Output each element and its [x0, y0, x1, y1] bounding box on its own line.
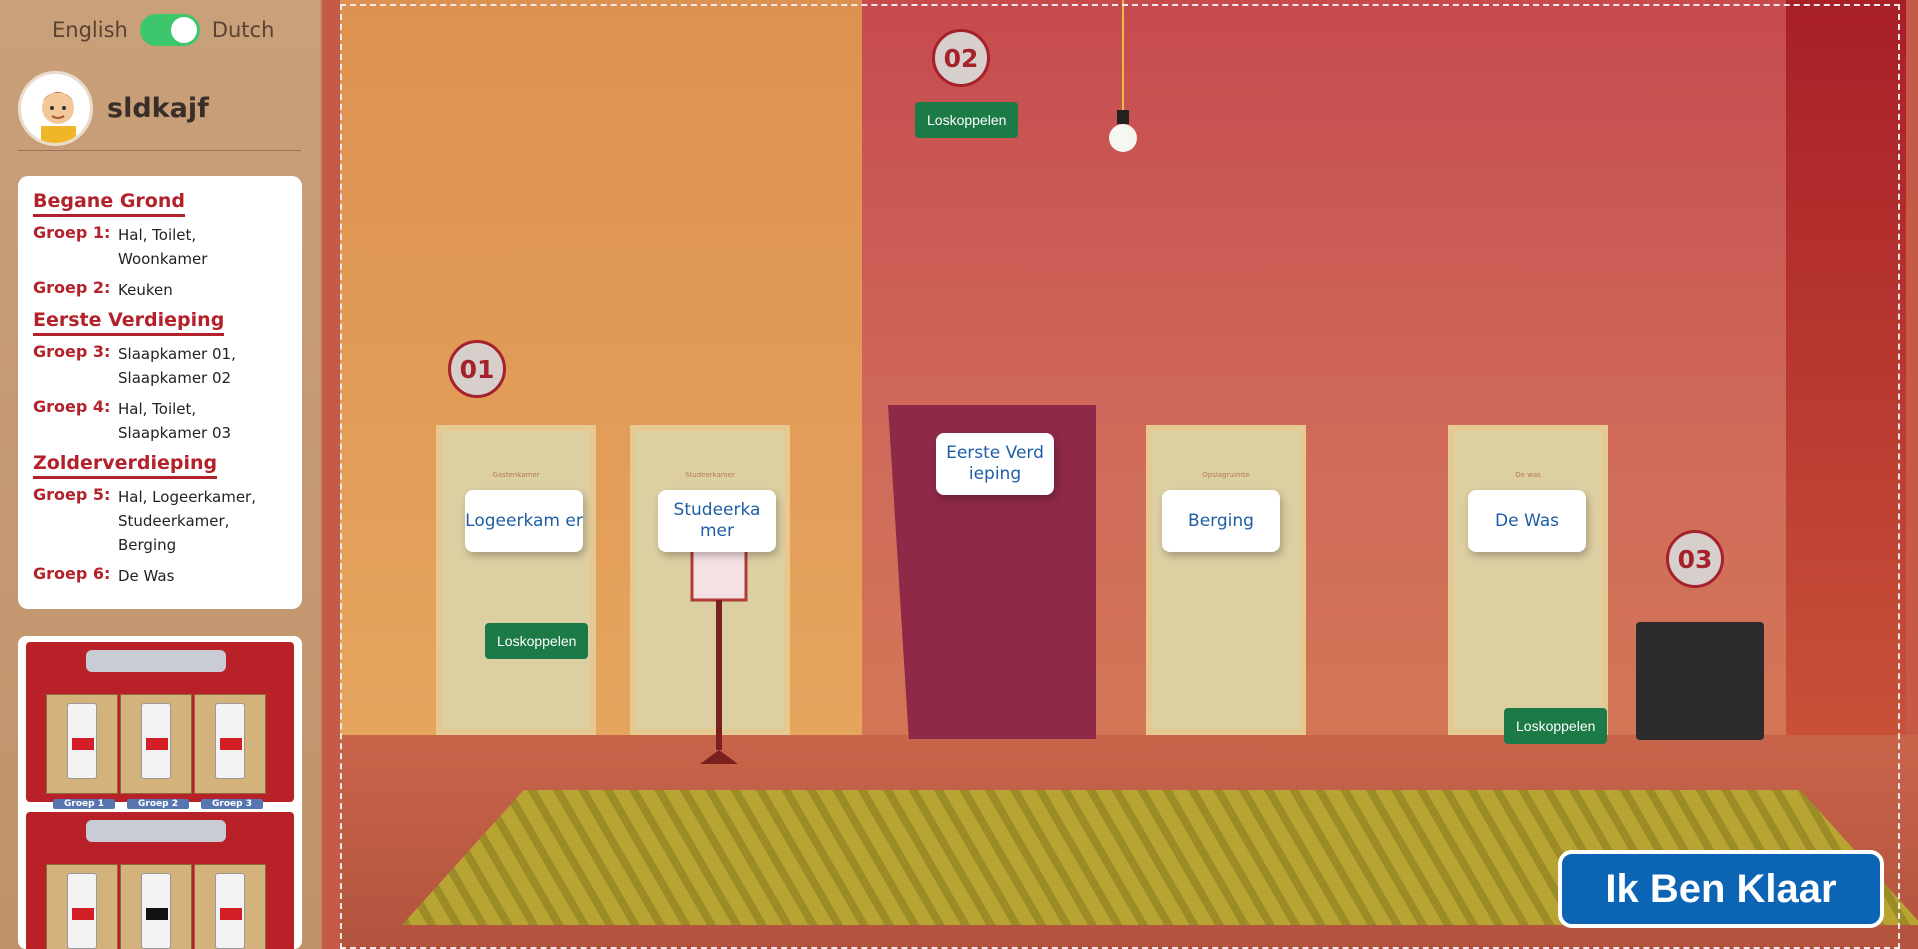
light-bulb-icon — [1109, 110, 1137, 152]
floor-section: Eerste Verdieping Groep 3: Slaapkamer 01,… — [33, 309, 302, 445]
group-label: Groep 3: — [33, 342, 111, 361]
breaker-lever — [220, 738, 242, 750]
wall-left — [340, 0, 880, 760]
group-rooms: Hal, Toilet, Slaapkamer 03 — [118, 400, 232, 442]
group-row: Groep 4: Hal, Toilet, Slaapkamer 03 — [33, 397, 302, 445]
toggle-knob — [170, 17, 197, 43]
door-plate: De was — [1515, 471, 1541, 479]
room-berging[interactable]: Berging — [1162, 490, 1280, 552]
group-label: Groep 4: — [33, 397, 111, 416]
group-tag: Groep 3 — [201, 799, 263, 809]
group-row: Groep 1: Hal, Toilet, Woonkamer — [33, 223, 302, 271]
door-laundry: De was — [1448, 425, 1608, 735]
group-label: Groep 2: — [33, 278, 111, 297]
fuse-box-lower — [26, 812, 294, 949]
avatar — [18, 71, 93, 146]
rail — [86, 820, 226, 842]
marker-01: 01 — [448, 340, 506, 398]
breaker-switch[interactable] — [67, 703, 97, 779]
marker-03: 03 — [1666, 530, 1724, 588]
group-row: Groep 2: Keuken — [33, 278, 302, 302]
breaker-switch[interactable] — [215, 703, 245, 779]
disconnect-button-lamp[interactable]: Loskoppelen — [485, 623, 589, 659]
door-plate: Studeerkamer — [685, 471, 735, 479]
group-row: Groep 6: De Was — [33, 564, 302, 588]
group-rooms: Slaapkamer 01, Slaapkamer 02 — [118, 345, 236, 387]
divider — [18, 150, 301, 151]
done-button[interactable]: Ik Ben Klaar — [1558, 850, 1884, 928]
group-rooms: Hal, Logeerkamer, Studeerkamer, Berging — [118, 488, 256, 554]
room-eerste-verdieping[interactable]: Eerste Verd ieping — [936, 433, 1054, 495]
breaker-bay — [120, 864, 192, 949]
language-dutch-label: Dutch — [211, 18, 275, 42]
dresser — [1636, 622, 1764, 740]
breaker-bay: Groep 1 — [46, 694, 118, 809]
disconnect-button-bulb[interactable]: Loskoppelen — [915, 102, 1019, 138]
door-plate: Gastenkamer — [492, 471, 540, 479]
floor-section: Zolderverdieping Groep 5: Hal, Logeerkame… — [33, 452, 302, 588]
group-row: Groep 3: Slaapkamer 01, Slaapkamer 02 — [33, 342, 302, 390]
wall-right — [1786, 0, 1906, 760]
lamp-cord — [1122, 0, 1124, 112]
group-rooms: De Was — [118, 567, 175, 585]
language-switch: English Dutch — [52, 14, 274, 46]
door-plate: Opslagruimte — [1202, 471, 1250, 479]
group-label: Groep 5: — [33, 485, 111, 504]
rail — [86, 650, 226, 672]
floor-title: Begane Grond — [33, 190, 185, 217]
group-tag: Groep 2 — [127, 799, 189, 809]
breaker-switch[interactable] — [67, 873, 97, 949]
breaker-bay — [46, 864, 118, 949]
group-tag: Groep 1 — [53, 799, 115, 809]
group-rooms: Hal, Toilet, Woonkamer — [118, 226, 208, 268]
room-de-was[interactable]: De Was — [1468, 490, 1586, 552]
breaker-lever — [146, 908, 168, 920]
avatar-face-icon — [41, 92, 76, 143]
breaker-lever — [146, 738, 168, 750]
group-label: Groep 6: — [33, 564, 111, 583]
game-scene: Gastenkamer Studeerkamer Opslagruimte De… — [322, 0, 1918, 949]
door-storage: Opslagruimte — [1146, 425, 1306, 735]
floor-title: Eerste Verdieping — [33, 309, 225, 336]
breaker-bay: Groep 2 — [120, 694, 192, 809]
fuse-panel: Groep 1 Groep 2 Groep 3 — [18, 636, 302, 949]
floor-section: Begane Grond Groep 1: Hal, Toilet, Woonka… — [33, 190, 302, 302]
breaker-switch[interactable] — [141, 703, 171, 779]
floor-title: Zolderverdieping — [33, 452, 218, 479]
sidebar: English Dutch sldkajf Begane Grond Groep… — [0, 0, 320, 949]
group-overview-card: Begane Grond Groep 1: Hal, Toilet, Woonka… — [18, 176, 302, 609]
language-english-label: English — [52, 18, 128, 42]
disconnect-button-heater[interactable]: Loskoppelen — [1504, 708, 1608, 744]
breaker-lever — [72, 908, 94, 920]
floor-lamp-icon — [690, 538, 748, 764]
marker-02: 02 — [932, 29, 990, 87]
door-guest-room: Gastenkamer — [436, 425, 596, 735]
breaker-lever — [72, 738, 94, 750]
breaker-bay — [194, 864, 266, 949]
breaker-switch[interactable] — [215, 873, 245, 949]
breaker-bay: Groep 3 — [194, 694, 266, 809]
breaker-switch[interactable] — [141, 873, 171, 949]
fuse-box-upper: Groep 1 Groep 2 Groep 3 — [26, 642, 294, 809]
language-toggle[interactable] — [139, 14, 200, 46]
group-label: Groep 1: — [33, 223, 111, 242]
room-studeerkamer[interactable]: Studeerka mer — [658, 490, 776, 552]
username: sldkajf — [107, 93, 209, 124]
user-profile: sldkajf — [18, 71, 209, 146]
breaker-lever — [220, 908, 242, 920]
group-row: Groep 5: Hal, Logeerkamer, Studeerkamer, … — [33, 485, 302, 557]
room-logeerkamer[interactable]: Logeerkam er — [465, 490, 583, 552]
group-rooms: Keuken — [118, 281, 173, 299]
